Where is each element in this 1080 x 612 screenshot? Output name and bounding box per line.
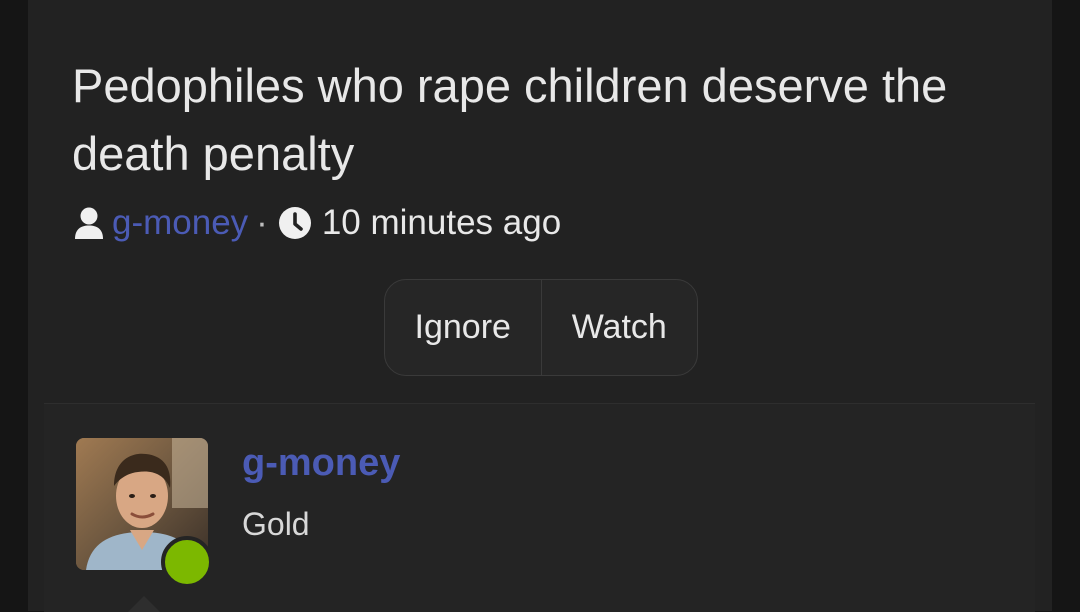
thread-action-group: Ignore Watch xyxy=(384,279,698,376)
clock-icon xyxy=(278,205,312,241)
thread-title: Pedophiles who rape children deserve the… xyxy=(72,59,948,180)
thread-author-link[interactable]: g-money xyxy=(112,203,248,243)
post-author-rank: Gold xyxy=(242,506,310,542)
online-status-indicator xyxy=(161,536,213,588)
watch-button[interactable]: Watch xyxy=(540,280,698,375)
ignore-button[interactable]: Ignore xyxy=(385,280,541,375)
post-caret xyxy=(128,596,160,612)
thread-page: Pedophiles who rape children deserve the… xyxy=(28,0,1052,612)
thread-time: 10 minutes ago xyxy=(321,203,562,242)
user-icon xyxy=(72,205,106,241)
post-card: g-money Gold xyxy=(44,403,1035,612)
meta-separator: · xyxy=(256,203,268,242)
thread-meta: g-money · 10 minutes ago xyxy=(72,200,561,246)
post-author-link[interactable]: g-money xyxy=(242,442,400,485)
